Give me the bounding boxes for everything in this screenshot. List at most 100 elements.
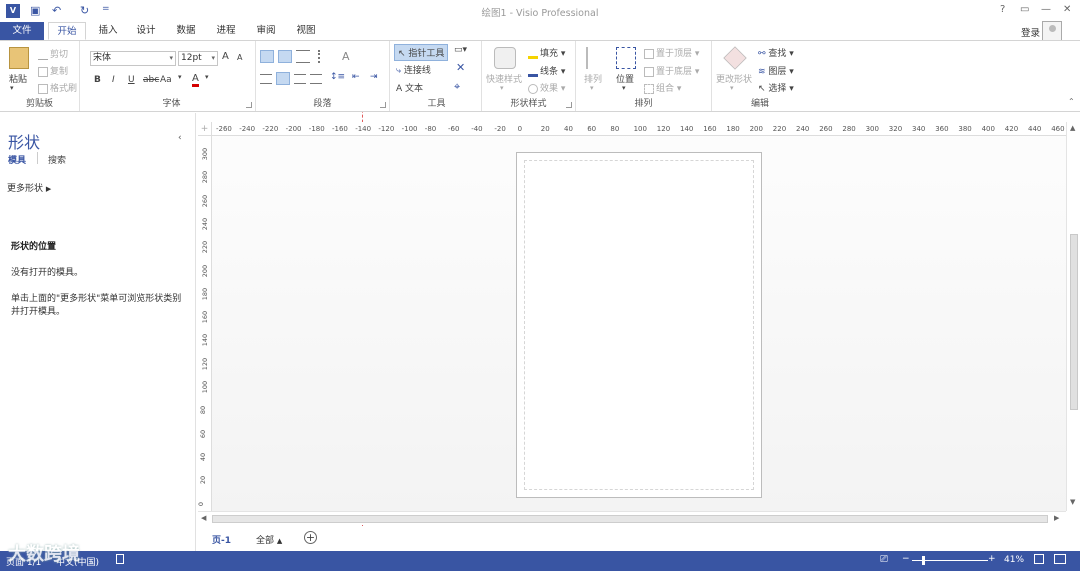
paste-dropdown-icon[interactable]: ▾ xyxy=(10,84,14,92)
bullets-icon[interactable] xyxy=(318,50,330,63)
increase-indent-icon[interactable]: ⇥ xyxy=(370,72,378,82)
tools-group-label: 工具 xyxy=(427,99,446,109)
case-dropdown-icon[interactable]: ▾ xyxy=(178,73,182,81)
tab-file[interactable]: 文件 xyxy=(0,22,44,40)
align-shapes-icon[interactable] xyxy=(586,47,602,69)
quick-styles-button[interactable]: 快速样式 xyxy=(486,72,522,85)
all-pages-button[interactable]: 全部 ▲ xyxy=(256,533,282,546)
decrease-indent-icon[interactable]: ⇤ xyxy=(352,72,360,82)
tab-search[interactable]: 搜索 xyxy=(48,153,66,166)
shape-styles-launcher-icon[interactable] xyxy=(566,102,572,108)
scroll-left-icon[interactable]: ◀ xyxy=(201,514,206,522)
tab-review[interactable]: 审阅 xyxy=(248,22,284,40)
pointer-tool-button[interactable]: ↖ 指针工具 xyxy=(394,44,449,61)
connection-point-icon[interactable]: ⌖ xyxy=(454,80,460,94)
zoom-in-icon[interactable]: + xyxy=(988,554,996,564)
align-center-icon[interactable] xyxy=(276,72,290,85)
presentation-mode-icon[interactable]: ⎚ xyxy=(880,554,888,565)
close-icon[interactable]: ✕ xyxy=(1063,4,1071,15)
position-icon[interactable] xyxy=(616,47,636,69)
collapse-ribbon-icon[interactable]: ⌃ xyxy=(1068,97,1075,106)
tab-stencils[interactable]: 模具 xyxy=(8,153,26,166)
grow-font-button[interactable]: A xyxy=(222,51,229,62)
quick-styles-icon[interactable] xyxy=(494,47,516,69)
justify-icon[interactable] xyxy=(310,74,322,84)
font-launcher-icon[interactable] xyxy=(246,102,252,108)
scroll-down-icon[interactable]: ▼ xyxy=(1070,498,1075,506)
horizontal-ruler[interactable]: -260 -240 -220 -200 -180 -160 -140 -120 -100 -80-… xyxy=(212,122,1066,136)
text-direction-icon[interactable]: A xyxy=(342,50,350,63)
align-dropdown-icon[interactable]: ▾ xyxy=(590,84,594,92)
text-tool-button[interactable]: A 文本 xyxy=(396,81,423,94)
minimize-icon[interactable]: — xyxy=(1041,4,1051,15)
scroll-right-icon[interactable]: ▶ xyxy=(1054,514,1059,522)
vertical-scrollbar[interactable]: ▲ ▼ xyxy=(1066,122,1080,511)
quick-styles-dropdown-icon[interactable]: ▾ xyxy=(500,84,504,92)
align-top-icon[interactable] xyxy=(260,50,274,63)
horizontal-scroll-thumb[interactable] xyxy=(212,515,1048,523)
drawing-page[interactable] xyxy=(516,152,762,498)
login-link[interactable]: 登录 xyxy=(1021,25,1040,39)
group-button[interactable]: 组合 ▾ xyxy=(644,81,681,94)
rectangle-tool-icon[interactable]: ▭▾ xyxy=(454,45,467,55)
zoom-level[interactable]: 41% xyxy=(1004,555,1024,565)
vertical-scroll-thumb[interactable] xyxy=(1070,234,1078,410)
change-shape-icon[interactable] xyxy=(723,46,747,70)
ribbon-display-icon[interactable]: ▭ xyxy=(1020,4,1029,15)
tab-data[interactable]: 数据 xyxy=(168,22,204,40)
change-shape-button[interactable]: 更改形状 xyxy=(716,72,752,85)
add-page-icon[interactable]: + xyxy=(304,531,317,544)
change-shape-dropdown-icon[interactable]: ▾ xyxy=(730,84,734,92)
page-tab-1[interactable]: 页-1 xyxy=(212,533,231,546)
cut-button[interactable]: 剪切 xyxy=(38,47,68,60)
help-icon[interactable]: ? xyxy=(1000,4,1005,15)
effects-button[interactable]: 效果 ▾ xyxy=(528,81,565,94)
italic-button[interactable]: I xyxy=(112,75,115,85)
tab-view[interactable]: 视图 xyxy=(288,22,324,40)
tab-insert[interactable]: 插入 xyxy=(90,22,126,40)
align-middle-icon[interactable] xyxy=(278,50,292,63)
font-color-button[interactable]: A xyxy=(192,74,199,87)
shrink-font-button[interactable]: A xyxy=(237,53,242,62)
align-right-icon[interactable] xyxy=(294,74,306,84)
horizontal-scrollbar[interactable]: ◀ ▶ xyxy=(198,511,1066,525)
switch-windows-icon[interactable] xyxy=(1054,554,1066,564)
zoom-out-icon[interactable]: − xyxy=(902,554,910,564)
macro-icon[interactable] xyxy=(116,554,124,564)
collapse-pane-icon[interactable]: ‹ xyxy=(178,133,182,143)
select-button[interactable]: ↖ 选择 ▾ xyxy=(758,81,794,94)
bring-to-front-button[interactable]: 置于顶层 ▾ xyxy=(644,46,699,59)
avatar[interactable] xyxy=(1042,21,1062,41)
vertical-ruler[interactable]: 300 280 260 240 220 200 180 160 140 120 100 80 60 40 2… xyxy=(198,136,212,511)
line-spacing-icon[interactable]: ↕≡ xyxy=(330,72,345,82)
align-left-icon[interactable] xyxy=(260,74,272,84)
zoom-slider-thumb[interactable] xyxy=(922,556,925,565)
paste-icon[interactable] xyxy=(9,47,29,69)
align-bottom-icon[interactable] xyxy=(296,50,310,63)
connector-tool-button[interactable]: ⤷ 连接线 xyxy=(396,63,431,76)
layers-button[interactable]: ≋ 图层 ▾ xyxy=(758,64,794,77)
bold-button[interactable]: B xyxy=(94,75,101,85)
underline-button[interactable]: U xyxy=(128,75,135,85)
fill-button[interactable]: 填充 ▾ xyxy=(528,46,565,59)
tab-design[interactable]: 设计 xyxy=(128,22,164,40)
copy-button[interactable]: 复制 xyxy=(38,64,68,77)
find-button[interactable]: ⚯ 查找 ▾ xyxy=(758,46,794,59)
paragraph-launcher-icon[interactable] xyxy=(380,102,386,108)
format-painter-button[interactable]: 格式刷 xyxy=(38,81,77,94)
ruler-corner[interactable]: + xyxy=(198,122,212,136)
change-case-button[interactable]: Aa xyxy=(160,75,172,85)
tab-home[interactable]: 开始 xyxy=(48,22,86,40)
font-name-select[interactable]: 宋体 ▾ xyxy=(90,51,176,66)
font-color-dropdown-icon[interactable]: ▾ xyxy=(205,73,209,81)
close-shape-icon[interactable]: ✕ xyxy=(456,61,465,74)
more-shapes-menu[interactable]: 更多形状 ▶ xyxy=(7,181,51,194)
fit-page-icon[interactable] xyxy=(1034,554,1044,564)
send-to-back-button[interactable]: 置于底层 ▾ xyxy=(644,64,699,77)
font-size-select[interactable]: 12pt ▾ xyxy=(178,51,218,66)
scroll-up-icon[interactable]: ▲ xyxy=(1070,124,1075,132)
tab-process[interactable]: 进程 xyxy=(208,22,244,40)
strikethrough-button[interactable]: abc xyxy=(143,75,159,85)
line-button[interactable]: 线条 ▾ xyxy=(528,64,565,77)
position-dropdown-icon[interactable]: ▾ xyxy=(622,84,626,92)
